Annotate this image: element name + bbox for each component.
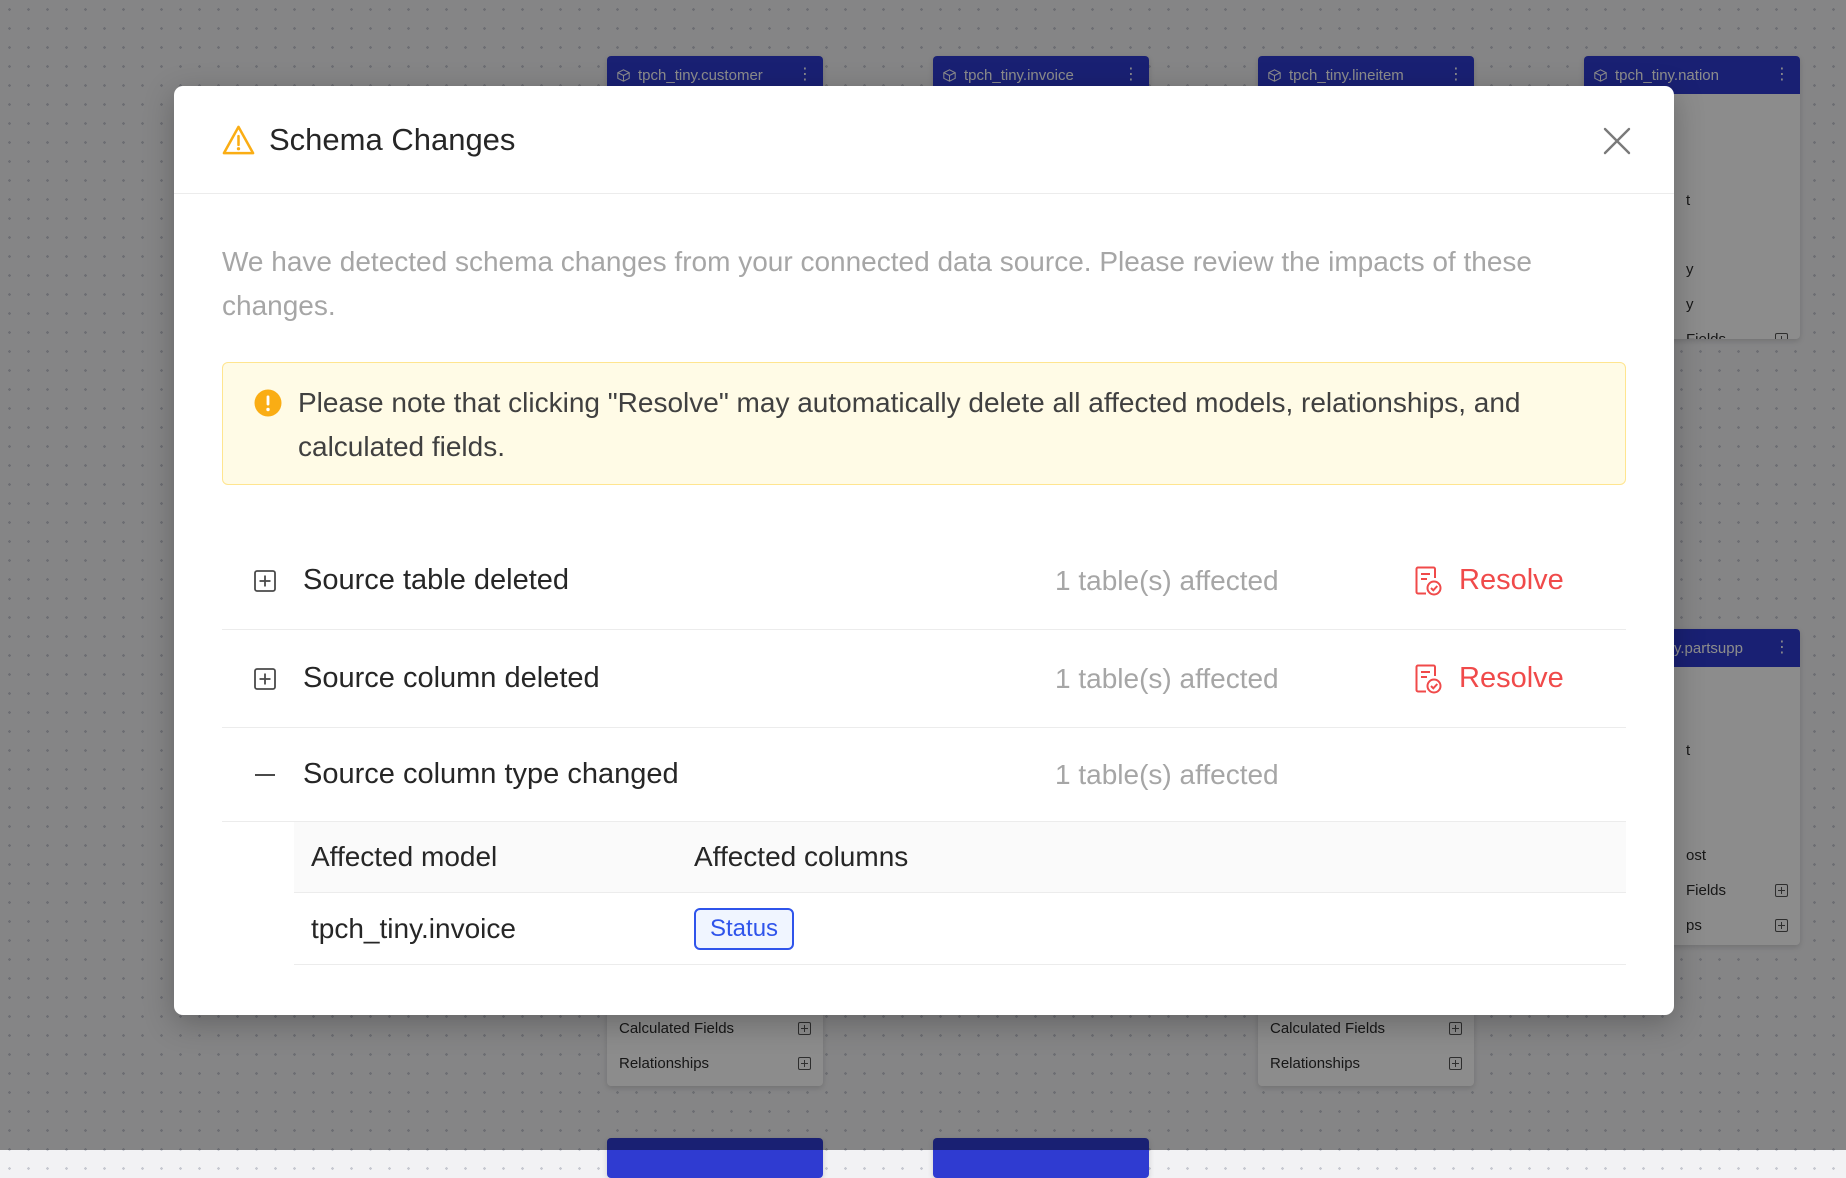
affected-count: 1 table(s) affected (1055, 758, 1279, 790)
change-group-title: Source column deleted (303, 662, 600, 694)
plus-square-icon[interactable] (254, 667, 276, 690)
resolve-file-icon (1415, 566, 1442, 595)
resolve-label: Resolve (1459, 564, 1564, 596)
plus-square-icon[interactable] (254, 569, 276, 592)
resolve-file-icon (1415, 664, 1442, 693)
change-group-column-type-changed[interactable]: Source column type changed 1 table(s) af… (222, 728, 1626, 822)
schema-changes-modal: Schema Changes We have detected schema c… (174, 86, 1674, 1015)
affected-columns-cell: Status (694, 907, 795, 950)
warning-notice: Please note that clicking "Resolve" may … (222, 362, 1626, 485)
affected-table: Affected model Affected columns tpch_tin… (294, 822, 1626, 965)
resolve-button[interactable]: Resolve (1415, 564, 1564, 597)
affected-model-name: tpch_tiny.invoice (311, 912, 516, 944)
exclamation-circle-icon (254, 389, 282, 417)
change-group-column-deleted[interactable]: Source column deleted 1 table(s) affecte… (222, 630, 1626, 728)
resolve-label: Resolve (1459, 662, 1564, 694)
notice-text: Please note that clicking "Resolve" may … (298, 387, 1521, 462)
affected-table-header: Affected model Affected columns (294, 822, 1626, 893)
header-affected-columns: Affected columns (694, 841, 909, 872)
modal-description: We have detected schema changes from you… (222, 246, 1532, 321)
modal-body: We have detected schema changes from you… (174, 240, 1674, 965)
affected-count: 1 table(s) affected (1055, 662, 1279, 694)
change-group-table-deleted[interactable]: Source table deleted 1 table(s) affected… (222, 532, 1626, 630)
change-group-title: Source table deleted (303, 564, 570, 596)
schema-change-groups: Source table deleted 1 table(s) affected… (222, 532, 1626, 965)
resolve-button[interactable]: Resolve (1415, 662, 1564, 695)
modal-header: Schema Changes (174, 86, 1674, 194)
warning-icon (222, 125, 255, 154)
minus-icon[interactable] (254, 764, 276, 786)
affected-count: 1 table(s) affected (1055, 564, 1279, 596)
close-icon[interactable] (1602, 126, 1632, 156)
header-affected-model: Affected model (311, 841, 498, 872)
modal-title: Schema Changes (269, 121, 516, 157)
column-tag[interactable]: Status (694, 907, 795, 950)
change-group-title: Source column type changed (303, 758, 679, 790)
table-row: tpch_tiny.invoice Status (294, 893, 1626, 965)
